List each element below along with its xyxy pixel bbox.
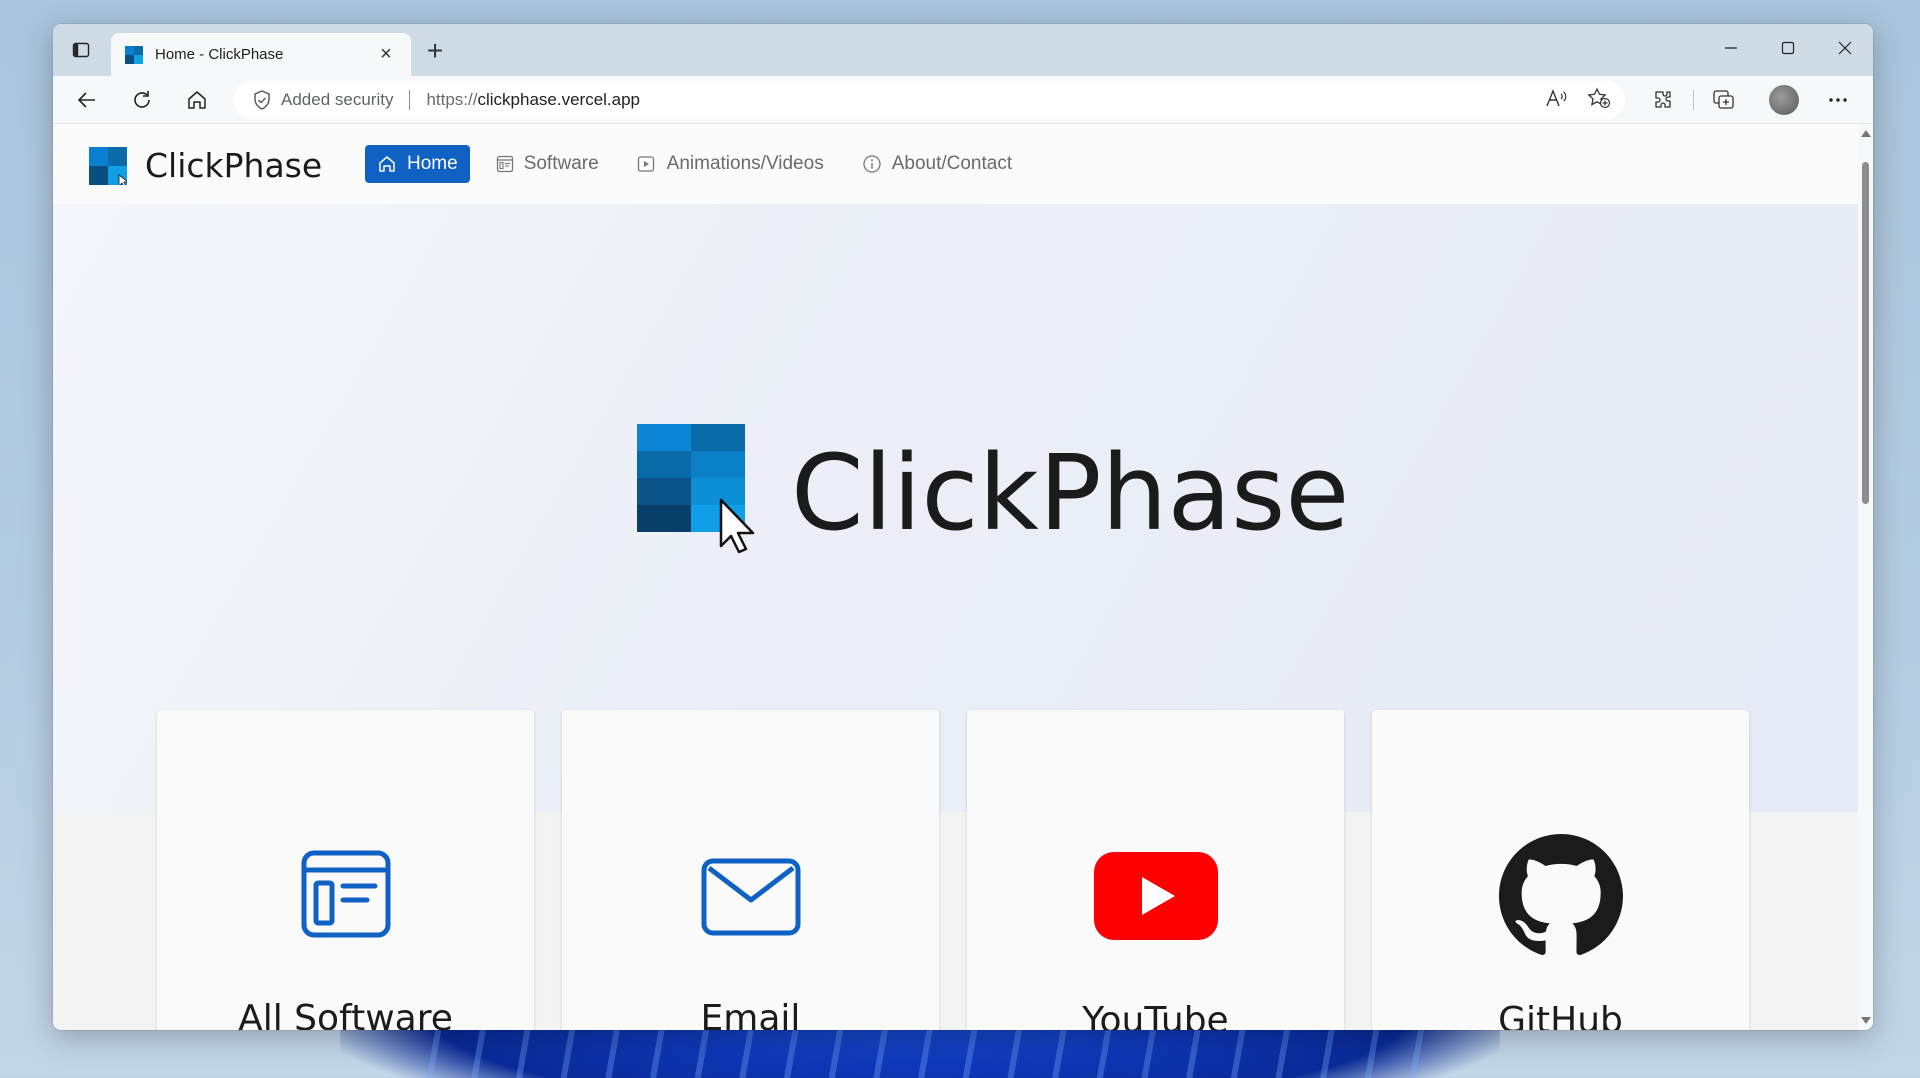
clickphase-logo-icon <box>89 146 127 185</box>
nav-home-label: Home <box>407 153 458 174</box>
scroll-up-icon[interactable] <box>1861 130 1871 137</box>
card-github[interactable]: GitHub <box>1372 710 1749 1030</box>
window-controls <box>1702 24 1873 72</box>
envelope-icon <box>701 858 800 936</box>
home-icon <box>379 156 395 172</box>
page-scrollbar[interactable] <box>1858 124 1873 1030</box>
new-tab-button[interactable]: + <box>419 35 451 66</box>
brand-name: ClickPhase <box>145 146 323 185</box>
puzzle-icon <box>1655 91 1671 108</box>
star-add-icon <box>1587 86 1611 108</box>
site-brand[interactable]: ClickPhase <box>89 146 322 185</box>
site-nav-links: Home Software Animations/Videos About/Co… <box>365 145 1038 183</box>
page-viewport: ClickPhase Home Software Animations/Vide… <box>53 124 1858 1030</box>
card-email[interactable]: Email <box>562 710 939 1030</box>
back-button[interactable] <box>69 82 105 118</box>
nav-about-label: About/Contact <box>891 153 1013 174</box>
info-icon <box>863 155 881 173</box>
collections-icon <box>1713 90 1734 109</box>
address-separator <box>409 90 411 110</box>
window-icon <box>496 155 513 173</box>
tab-actions-button[interactable] <box>63 34 99 66</box>
youtube-icon <box>1093 852 1218 940</box>
nav-home[interactable]: Home <box>365 145 470 183</box>
avatar <box>1769 85 1799 115</box>
card-label: All Software <box>238 998 453 1030</box>
clickphase-favicon <box>125 45 143 64</box>
refresh-button[interactable] <box>124 82 160 118</box>
link-cards: All Software Email YouTube GitHub <box>157 710 1749 1030</box>
clickphase-hero-logo-icon <box>637 424 755 554</box>
browser-toolbar: Added security https:// clickphase.verce… <box>53 76 1873 124</box>
close-window-button[interactable] <box>1816 24 1873 72</box>
nav-software-label: Software <box>523 153 599 174</box>
collections-button[interactable] <box>1706 82 1742 118</box>
refresh-icon <box>134 91 150 108</box>
scroll-thumb[interactable] <box>1862 162 1869 504</box>
url-protocol: https:// <box>426 90 478 109</box>
software-window-icon <box>301 850 390 938</box>
add-favorite-button[interactable] <box>1587 86 1611 114</box>
github-icon <box>1498 834 1623 955</box>
tab-actions-icon <box>72 42 90 58</box>
card-youtube[interactable]: YouTube <box>967 710 1344 1030</box>
tab-strip: Home - ClickPhase × + <box>53 24 1873 76</box>
address-bar[interactable]: Added security https:// clickphase.verce… <box>233 81 1625 119</box>
toolbar-divider <box>1693 90 1694 110</box>
video-icon <box>637 156 654 172</box>
read-aloud-icon <box>1546 88 1567 106</box>
more-icon <box>1829 98 1847 102</box>
home-icon <box>188 91 206 109</box>
shield-icon <box>254 90 270 110</box>
card-label: GitHub <box>1498 1000 1623 1030</box>
minimize-button[interactable] <box>1702 24 1759 72</box>
hero-title: ClickPhase <box>791 432 1350 554</box>
more-menu-button[interactable] <box>1820 82 1856 118</box>
close-icon <box>1838 41 1851 55</box>
profile-button[interactable] <box>1766 82 1802 118</box>
card-label: YouTube <box>1082 1000 1229 1030</box>
tab-title: Home - ClickPhase <box>155 46 284 63</box>
nav-animations-label: Animations/Videos <box>666 153 824 174</box>
scroll-down-icon[interactable] <box>1861 1017 1871 1024</box>
nav-software[interactable]: Software <box>484 145 611 183</box>
read-aloud-button[interactable] <box>1545 88 1567 113</box>
tab-close-icon[interactable]: × <box>375 43 397 66</box>
extensions-button[interactable] <box>1645 82 1681 118</box>
security-label[interactable]: Added security <box>281 90 393 110</box>
browser-tab[interactable]: Home - ClickPhase × <box>111 33 411 76</box>
card-all-software[interactable]: All Software <box>157 710 534 1030</box>
back-arrow-icon <box>77 92 95 108</box>
browser-window: Home - ClickPhase × + Added security htt… <box>53 24 1873 1030</box>
url-host: clickphase.vercel.app <box>477 90 641 109</box>
site-navbar: ClickPhase Home Software Animations/Vide… <box>53 124 1858 204</box>
nav-animations[interactable]: Animations/Videos <box>625 145 836 183</box>
minimize-icon <box>1724 47 1737 49</box>
card-label: Email <box>700 998 801 1030</box>
nav-about[interactable]: About/Contact <box>850 145 1024 183</box>
maximize-button[interactable] <box>1759 24 1816 72</box>
maximize-icon <box>1781 41 1794 55</box>
home-button[interactable] <box>179 82 215 118</box>
